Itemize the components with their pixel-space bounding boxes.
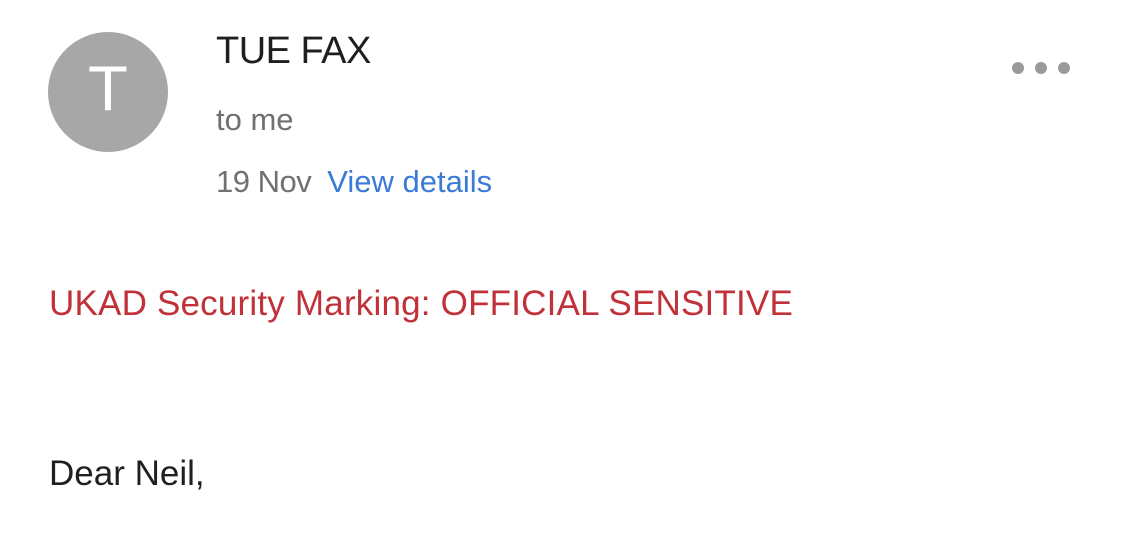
security-marking: UKAD Security Marking: OFFICIAL SENSITIV…: [49, 284, 794, 323]
more-options-button[interactable]: [1012, 54, 1070, 82]
sender-name[interactable]: TUE FAX: [216, 30, 371, 73]
view-details-link[interactable]: View details: [327, 164, 492, 200]
email-date: 19 Nov: [216, 164, 312, 199]
recipient-label: to me: [216, 102, 294, 137]
more-horizontal-icon: [1035, 62, 1047, 74]
sender-avatar[interactable]: T: [48, 32, 168, 152]
more-horizontal-icon: [1058, 62, 1070, 74]
avatar-letter: T: [89, 55, 127, 125]
more-horizontal-icon: [1012, 62, 1024, 74]
date-row: 19 Nov View details: [216, 164, 492, 200]
email-greeting: Dear Neil,: [49, 454, 205, 493]
